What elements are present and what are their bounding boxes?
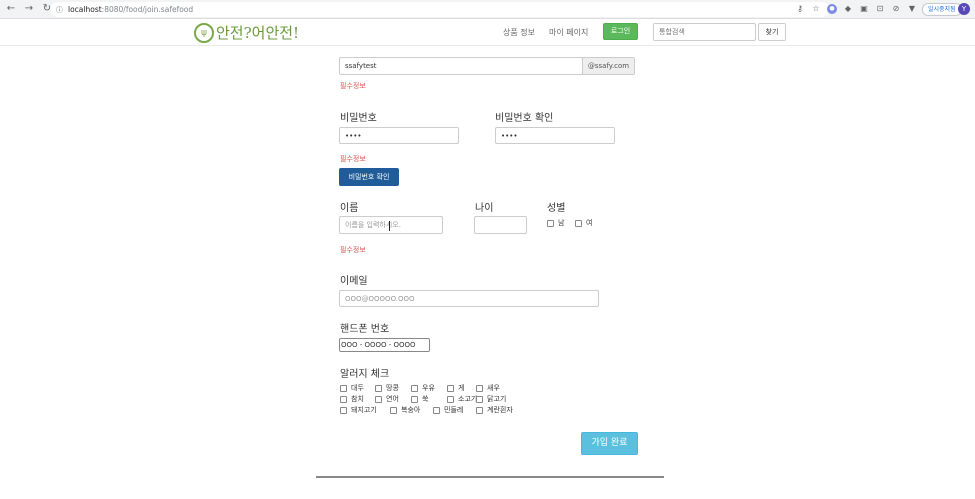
email-input[interactable]: OOO@OOOOO.OOO — [339, 290, 599, 307]
checkbox-box[interactable] — [340, 395, 347, 403]
allergy-checkbox[interactable]: 쑥 — [411, 394, 428, 404]
allergy-checkbox[interactable]: 닭고기 — [476, 394, 506, 404]
extension-icon[interactable]: ● — [827, 4, 837, 14]
site-logo[interactable]: ψ 안전?어안전! — [194, 22, 299, 43]
allergy-checkbox[interactable]: 복숭아 — [390, 405, 420, 415]
password-confirm-label: 비밀번호 확인 — [495, 113, 554, 124]
age-label: 나이 — [475, 203, 494, 214]
email-label: 이메일 — [340, 276, 368, 287]
allergy-checkbox[interactable]: 새우 — [476, 383, 500, 393]
id-input[interactable]: ssafytest — [339, 57, 583, 75]
checkbox-box[interactable] — [411, 384, 418, 392]
password-input[interactable]: •••• — [339, 127, 459, 144]
gender-male-label: 남 — [558, 219, 565, 227]
allergy-label: 연어 — [386, 395, 399, 403]
allergy-checkbox[interactable]: 연어 — [375, 394, 399, 404]
nav-my-page[interactable]: 마이 페이지 — [549, 27, 588, 38]
back-icon[interactable]: ← — [4, 2, 18, 16]
checkbox-box[interactable] — [575, 219, 582, 227]
allergy-checkbox[interactable]: 우유 — [411, 383, 435, 393]
checkbox-box[interactable] — [476, 384, 483, 392]
forward-icon[interactable]: → — [22, 2, 36, 16]
gender-female-label: 여 — [586, 219, 593, 227]
checkbox-box[interactable] — [411, 395, 418, 403]
checkbox-box[interactable] — [433, 406, 440, 414]
allergy-label: 쑥 — [422, 395, 429, 403]
allergy-label: 새우 — [487, 384, 500, 392]
id-domain-addon: @ssafy.com — [582, 57, 635, 75]
age-input[interactable] — [474, 216, 527, 234]
password-label: 비밀번호 — [340, 113, 377, 124]
allergy-label: 우유 — [422, 384, 435, 392]
gender-label: 성별 — [547, 203, 566, 214]
gender-male-checkbox[interactable]: 남 — [547, 218, 564, 228]
name-label: 이름 — [340, 203, 359, 214]
extension-icon[interactable]: ◆ — [843, 4, 853, 14]
key-icon[interactable]: ⚷ — [795, 4, 805, 14]
name-required-text: 필수정보 — [340, 246, 366, 254]
allergy-checkbox[interactable]: 민들레 — [433, 405, 463, 415]
text-cursor-icon — [389, 221, 393, 231]
extension-icon[interactable]: ⊡ — [875, 4, 885, 14]
password-check-button[interactable]: 비밀번호 확인 — [339, 168, 399, 186]
pause-sync-button[interactable]: 일시중지됨 — [922, 3, 962, 16]
info-icon[interactable]: ⓘ — [56, 5, 63, 15]
allergy-label: 알러지 체크 — [340, 369, 390, 380]
extension-icon[interactable]: ▼ — [907, 4, 917, 14]
login-button[interactable]: 로그인 — [603, 23, 638, 40]
allergy-label: 대두 — [351, 384, 364, 392]
phone-input[interactable]: OOO - OOOO - OOOO — [339, 338, 430, 352]
checkbox-box[interactable] — [447, 395, 454, 403]
password-required-text: 필수정보 — [340, 155, 366, 163]
password-confirm-input[interactable]: •••• — [495, 127, 615, 144]
checkbox-box[interactable] — [447, 384, 454, 392]
allergy-label: 닭고기 — [487, 395, 507, 403]
checkbox-box[interactable] — [390, 406, 397, 414]
allergy-label: 소고기 — [458, 395, 478, 403]
logo-text: 안전?어안전! — [216, 24, 300, 42]
profile-avatar[interactable]: Y — [958, 3, 970, 15]
fork-spoon-icon: ψ — [194, 22, 214, 43]
gender-female-checkbox[interactable]: 여 — [575, 218, 592, 228]
allergy-label: 참치 — [351, 395, 364, 403]
nav-product-info[interactable]: 상품 정보 — [503, 27, 535, 38]
checkbox-box[interactable] — [375, 395, 382, 403]
checkbox-box[interactable] — [375, 384, 382, 392]
checkbox-box[interactable] — [340, 384, 347, 392]
allergy-checkbox[interactable]: 참치 — [340, 394, 364, 404]
phone-label: 핸드폰 번호 — [340, 324, 390, 335]
site-header: ψ 안전?어안전! 상품 정보 마이 페이지 로그인 찾기 — [0, 19, 975, 46]
block-icon[interactable]: ⊘ — [891, 4, 901, 14]
checkbox-box[interactable] — [476, 395, 483, 403]
id-required-text: 필수정보 — [340, 82, 366, 90]
url-host: localhost — [68, 5, 102, 14]
allergy-checkbox[interactable]: 계란흰자 — [476, 405, 513, 415]
allergy-checkbox[interactable]: 소고기 — [447, 394, 477, 404]
allergy-checkbox[interactable]: 게 — [447, 383, 464, 393]
browser-toolbar: ← → ↻ ⓘ localhost:8080/food/join.safefoo… — [0, 0, 975, 19]
address-bar[interactable]: ⓘ localhost:8080/food/join.safefood — [50, 2, 830, 17]
search-button[interactable]: 찾기 — [758, 23, 786, 41]
url-path: :8080/food/join.safefood — [101, 5, 194, 14]
allergy-checkbox[interactable]: 대두 — [340, 383, 364, 393]
divider — [316, 476, 664, 478]
checkbox-box[interactable] — [547, 219, 554, 227]
checkbox-box[interactable] — [476, 406, 483, 414]
allergy-checkbox[interactable]: 땅콩 — [375, 383, 399, 393]
search-input[interactable] — [653, 23, 756, 41]
allergy-checkbox[interactable]: 돼지고기 — [340, 405, 377, 415]
allergy-label: 계란흰자 — [487, 406, 513, 414]
allergy-label: 복숭아 — [401, 406, 421, 414]
allergy-label: 민들레 — [444, 406, 464, 414]
extension-icon[interactable]: ▣ — [859, 4, 869, 14]
join-submit-button[interactable]: 가입 완료 — [581, 432, 638, 455]
allergy-label: 땅콩 — [386, 384, 399, 392]
checkbox-box[interactable] — [340, 406, 347, 414]
allergy-label: 게 — [458, 384, 465, 392]
allergy-label: 돼지고기 — [351, 406, 377, 414]
star-icon[interactable]: ☆ — [811, 4, 821, 14]
